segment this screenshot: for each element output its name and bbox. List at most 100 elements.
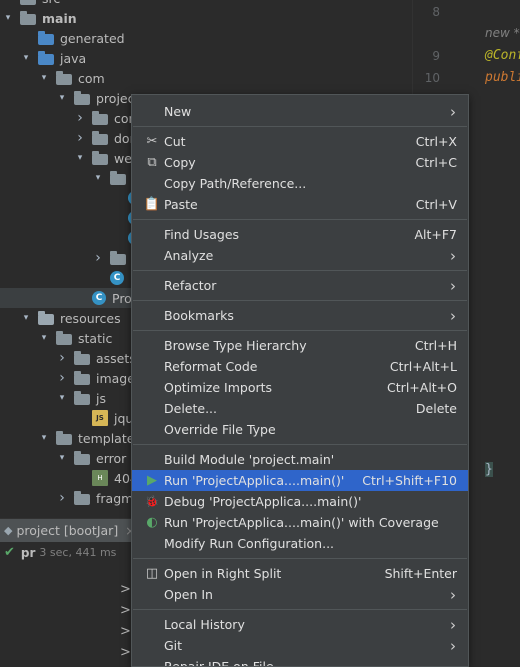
menu-item-open-in-right-split[interactable]: ◫ Open in Right Split Shift+Enter bbox=[132, 563, 468, 584]
chevron-down-icon[interactable]: ▾ bbox=[2, 8, 14, 28]
chevron-down-icon[interactable]: ▾ bbox=[20, 308, 32, 328]
tree-row[interactable]: generated bbox=[0, 28, 412, 48]
menu-item-find-usages[interactable]: Find Usages Alt+F7 bbox=[132, 224, 468, 245]
menu-item-label: Run 'ProjectApplica....main()' with Cove… bbox=[164, 515, 439, 530]
tree-row[interactable]: ▾ com bbox=[0, 68, 412, 88]
menu-item-delete[interactable]: Delete... Delete bbox=[132, 398, 468, 419]
menu-item-modify-run-configuration[interactable]: Modify Run Configuration... bbox=[132, 533, 468, 554]
submenu-chevron-icon: › bbox=[450, 615, 456, 634]
run-status-time: 3 sec, 441 ms bbox=[39, 546, 117, 559]
context-menu: New › ✂ Cut Ctrl+X ⧉ Copy Ctrl+C Copy Path/Refer… bbox=[131, 94, 469, 667]
chevron-right-icon[interactable]: › bbox=[74, 108, 86, 128]
menu-item-run-projectapplica-main[interactable]: ▶ Run 'ProjectApplica....main()' Ctrl+Shif… bbox=[132, 470, 468, 491]
folder-icon bbox=[92, 130, 108, 145]
chevron-right-icon[interactable]: > bbox=[120, 645, 131, 660]
run-status-row[interactable]: ✔ pr 3 sec, 441 ms bbox=[4, 545, 116, 560]
menu-item-debug-projectapplica-main[interactable]: 🐞 Debug 'ProjectApplica....main()' bbox=[132, 491, 468, 512]
tree-row[interactable]: src bbox=[0, 0, 412, 8]
menu-item-open-in[interactable]: Open In › bbox=[132, 584, 468, 605]
menu-separator bbox=[133, 300, 467, 301]
menu-item-git[interactable]: Git › bbox=[132, 635, 468, 656]
split-icon: ◫ bbox=[145, 566, 159, 581]
folder-icon bbox=[74, 90, 90, 105]
chevron-right-icon[interactable]: > bbox=[120, 624, 131, 639]
closing-brace: } bbox=[485, 462, 493, 477]
menu-item-override-file-type[interactable]: Override File Type bbox=[132, 419, 468, 440]
menu-item-shortcut: Ctrl+V bbox=[415, 197, 457, 212]
runnable-class-icon: C bbox=[92, 291, 106, 305]
folder-icon bbox=[74, 450, 90, 465]
menu-item-shortcut: Ctrl+H bbox=[414, 338, 457, 353]
menu-item-shortcut: Ctrl+Shift+F10 bbox=[362, 473, 457, 488]
menu-item-copy[interactable]: ⧉ Copy Ctrl+C bbox=[132, 152, 468, 173]
menu-item-repair-ide-on-file[interactable]: Repair IDE on File bbox=[132, 656, 468, 666]
cut-icon: ✂ bbox=[146, 134, 158, 149]
menu-item-shortcut: Ctrl+C bbox=[415, 155, 457, 170]
menu-item-label: Open in Right Split bbox=[164, 566, 282, 581]
chevron-right-icon[interactable]: > bbox=[120, 582, 131, 597]
menu-item-label: Debug 'ProjectApplica....main()' bbox=[164, 494, 362, 509]
tree-item-label: error bbox=[96, 450, 127, 466]
chevron-down-icon[interactable]: ▾ bbox=[92, 168, 104, 188]
menu-item-run-projectapplica-main-with-coverage[interactable]: ◐ Run 'ProjectApplica....main()' with Cov… bbox=[132, 512, 468, 533]
folder-icon bbox=[110, 250, 126, 265]
line-number: 10 bbox=[424, 71, 440, 85]
chevron-right-icon[interactable]: > bbox=[120, 603, 131, 618]
javascript-file-icon: JS bbox=[92, 410, 108, 426]
menu-item-analyze[interactable]: Analyze › bbox=[132, 245, 468, 266]
keyword-text: publi bbox=[485, 70, 520, 85]
chevron-down-icon[interactable]: ▾ bbox=[56, 448, 68, 468]
chevron-right-icon[interactable]: › bbox=[56, 488, 68, 508]
chevron-down-icon[interactable]: ▾ bbox=[38, 328, 50, 348]
class-icon: C bbox=[110, 271, 124, 285]
menu-item-browse-type-hierarchy[interactable]: Browse Type Hierarchy Ctrl+H bbox=[132, 335, 468, 356]
menu-separator bbox=[133, 126, 467, 127]
menu-item-shortcut: Ctrl+X bbox=[415, 134, 457, 149]
menu-item-shortcut: Ctrl+Alt+L bbox=[389, 359, 457, 374]
menu-separator bbox=[133, 609, 467, 610]
menu-item-refactor[interactable]: Refactor › bbox=[132, 275, 468, 296]
chevron-down-icon[interactable]: ▾ bbox=[74, 148, 86, 168]
menu-item-local-history[interactable]: Local History › bbox=[132, 614, 468, 635]
menu-item-paste[interactable]: 📋 Paste Ctrl+V bbox=[132, 194, 468, 215]
line-number: 8 bbox=[432, 5, 440, 19]
chevron-right-icon[interactable]: › bbox=[74, 128, 86, 148]
folder-icon bbox=[74, 390, 90, 405]
run-tab[interactable]: ◆ project [bootJar] × bbox=[0, 518, 144, 543]
tree-item-label: src bbox=[42, 0, 60, 6]
chevron-down-icon[interactable]: ▾ bbox=[38, 68, 50, 88]
menu-item-reformat-code[interactable]: Reformat Code Ctrl+Alt+L bbox=[132, 356, 468, 377]
menu-item-label: Optimize Imports bbox=[164, 380, 273, 395]
tree-item-label: assets bbox=[96, 350, 136, 366]
chevron-down-icon[interactable]: ▾ bbox=[56, 88, 68, 108]
chevron-down-icon[interactable]: ▾ bbox=[20, 48, 32, 68]
annotation-text: @Conf bbox=[485, 48, 520, 63]
menu-item-cut[interactable]: ✂ Cut Ctrl+X bbox=[132, 131, 468, 152]
tree-item-label: java bbox=[60, 50, 87, 66]
resources-folder-icon bbox=[38, 310, 54, 325]
chevron-down-icon[interactable]: ▾ bbox=[56, 388, 68, 408]
coverage-icon: ◐ bbox=[146, 515, 158, 530]
tree-row[interactable]: ▾ java bbox=[0, 48, 412, 68]
chevron-right-icon[interactable]: › bbox=[56, 368, 68, 388]
source-folder-icon bbox=[38, 30, 54, 45]
tree-item-label: main bbox=[42, 10, 77, 26]
chevron-right-icon[interactable]: › bbox=[56, 348, 68, 368]
menu-item-build-module-project-main[interactable]: Build Module 'project.main' bbox=[132, 449, 468, 470]
tree-row[interactable]: ▾ main bbox=[0, 8, 412, 28]
chevron-right-icon[interactable]: › bbox=[92, 248, 104, 268]
submenu-chevron-icon: › bbox=[450, 585, 456, 604]
menu-item-label: Local History bbox=[164, 617, 245, 632]
menu-item-new[interactable]: New › bbox=[132, 101, 468, 122]
menu-item-optimize-imports[interactable]: Optimize Imports Ctrl+Alt+O bbox=[132, 377, 468, 398]
chevron-down-icon[interactable]: ▾ bbox=[38, 428, 50, 448]
debug-icon: 🐞 bbox=[145, 495, 159, 508]
submenu-chevron-icon: › bbox=[450, 102, 456, 121]
menu-item-bookmarks[interactable]: Bookmarks › bbox=[132, 305, 468, 326]
run-icon: ▶ bbox=[147, 473, 157, 488]
menu-item-shortcut: Ctrl+Alt+O bbox=[387, 380, 457, 395]
menu-item-copy-path-reference[interactable]: Copy Path/Reference... bbox=[132, 173, 468, 194]
